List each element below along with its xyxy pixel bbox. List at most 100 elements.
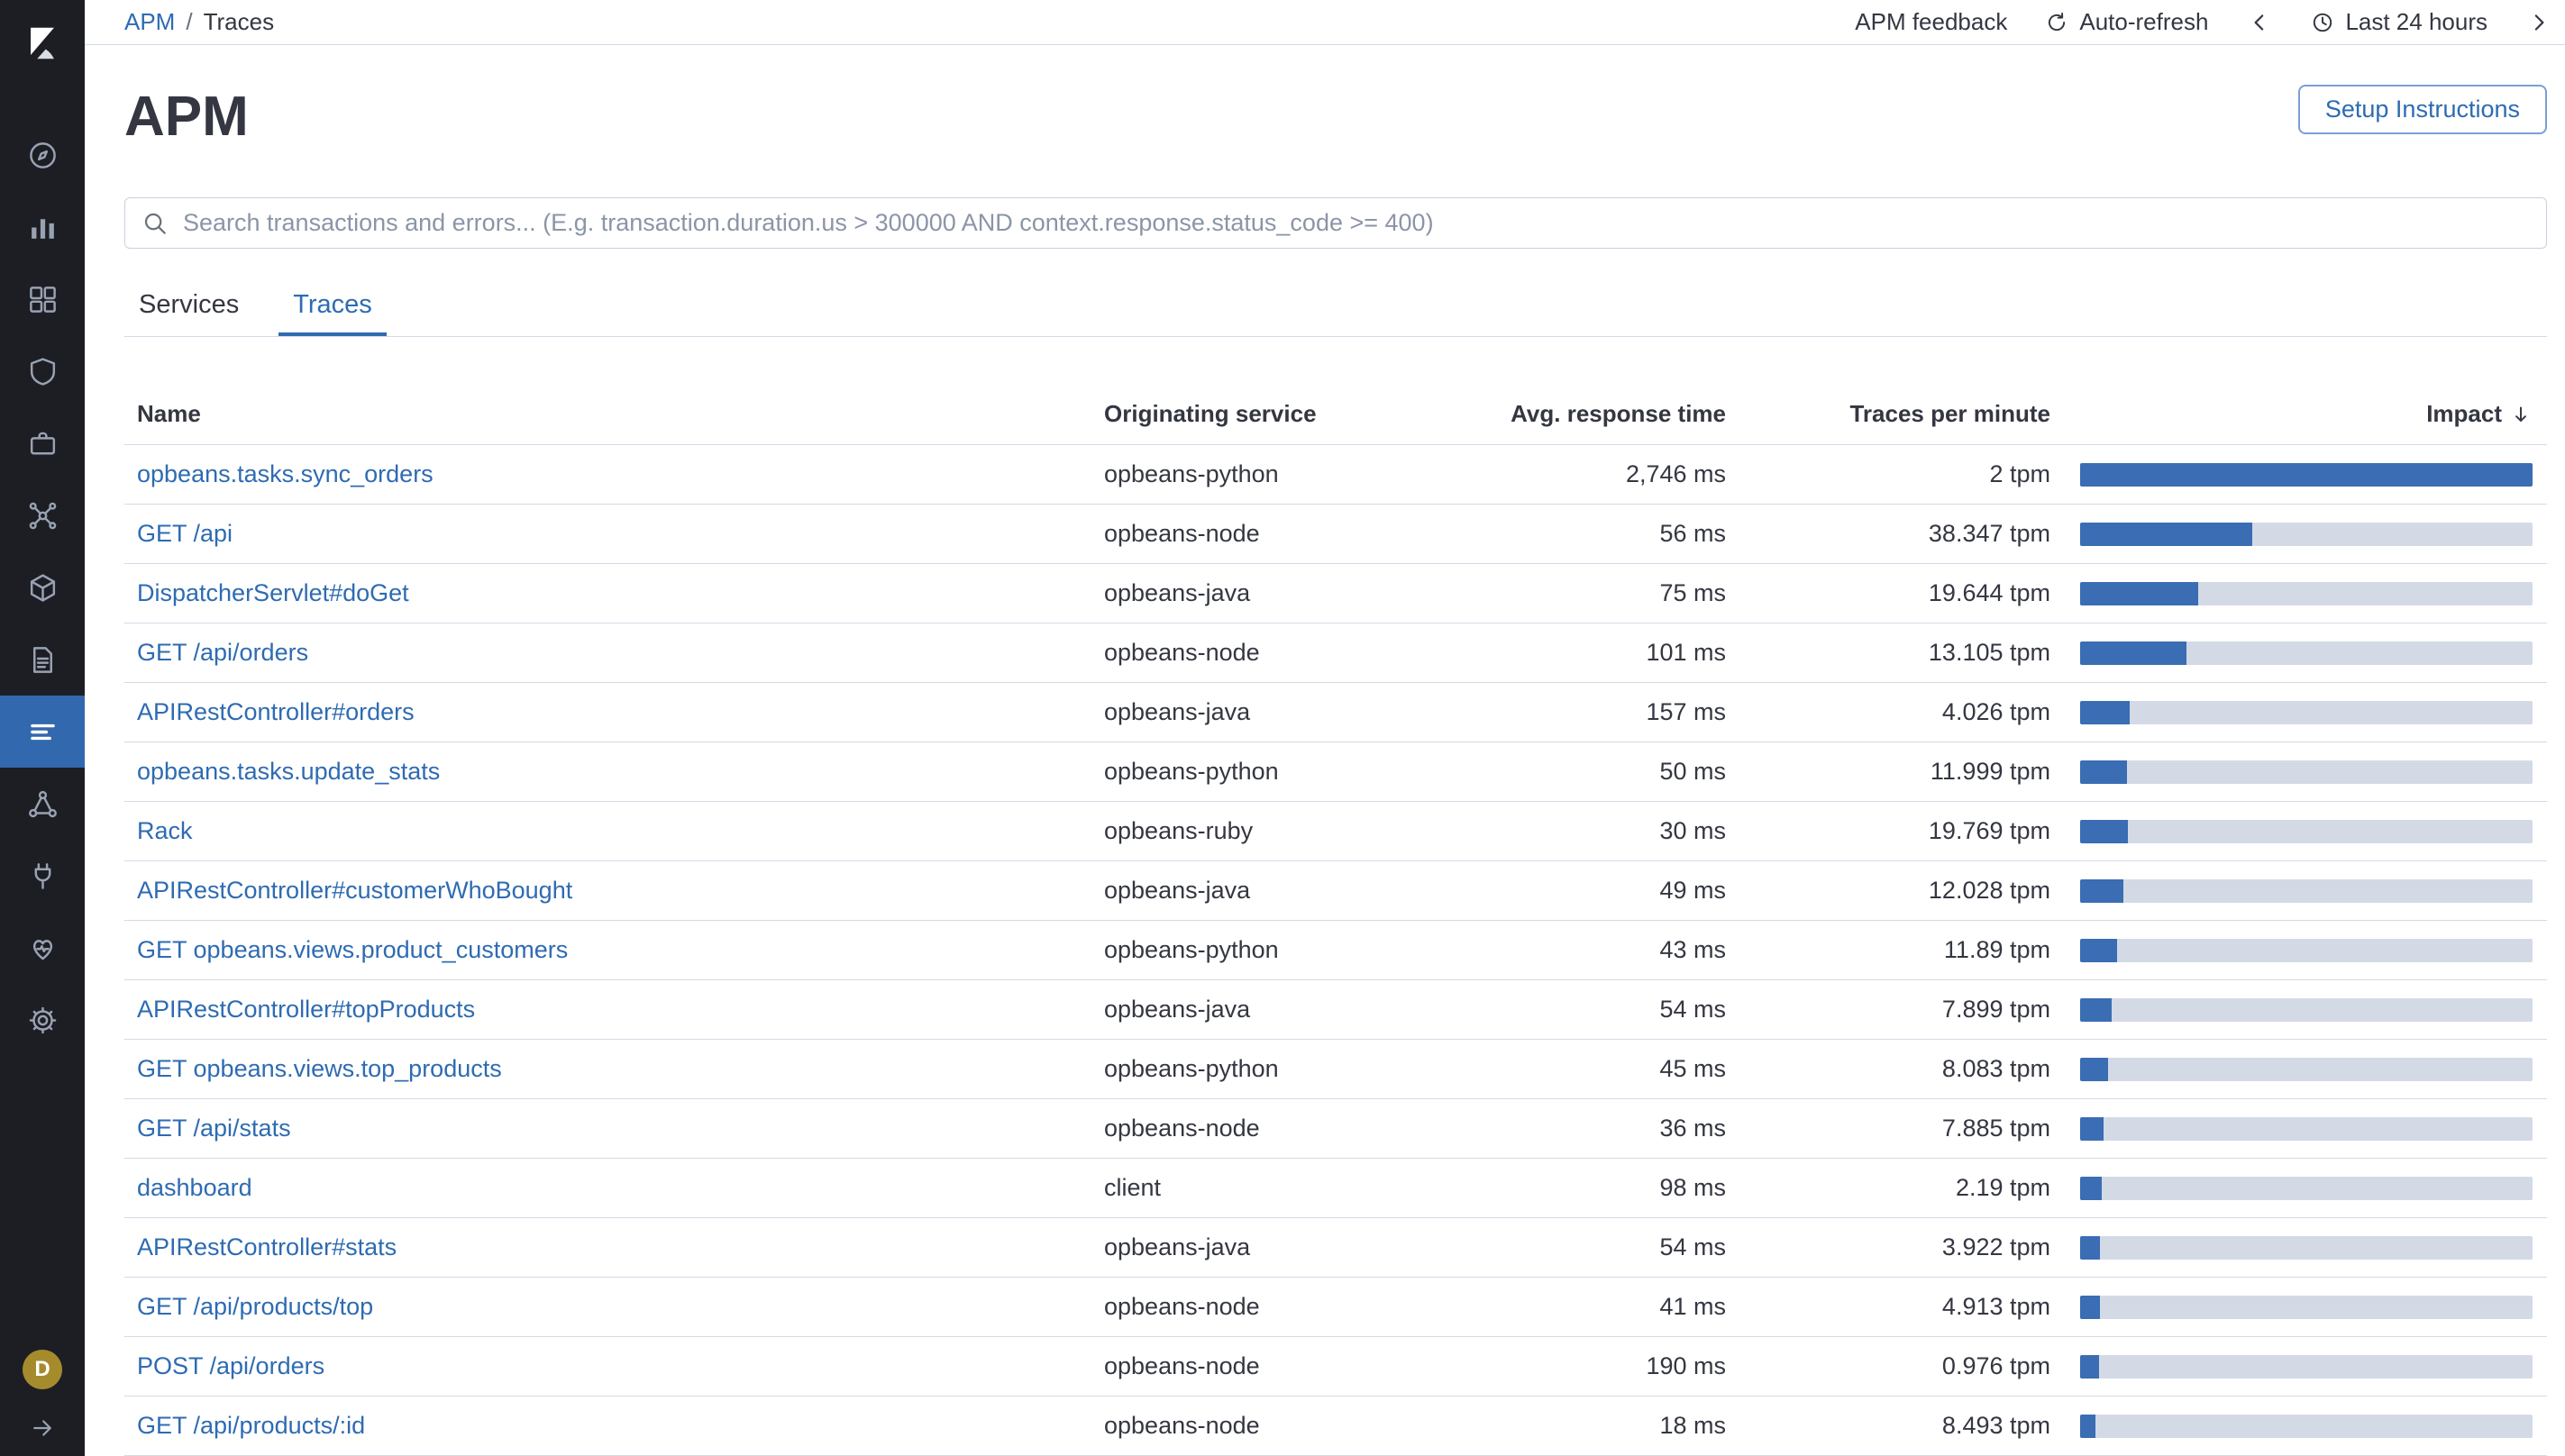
sidebar-item-maps[interactable] [0,407,85,479]
sidebar-item-graph[interactable] [0,768,85,840]
impact-bar-track [2080,760,2533,784]
previous-time-range-button[interactable] [2246,9,2273,36]
table-row: APIRestController#topProducts opbeans-jav… [124,980,2547,1040]
table-row: GET /api/stats opbeans-node 36 ms 7.885 tpm [124,1099,2547,1159]
sidebar-item-apm[interactable] [0,696,85,768]
impact-bar-fill [2080,878,2124,903]
table-row: opbeans.tasks.update_stats opbeans-python… [124,742,2547,802]
arrow-right-icon [33,1420,51,1436]
time-range-picker[interactable]: Last 24 hours [2311,8,2487,36]
trace-name-cell: POST /api/orders [124,1352,1104,1380]
originating-service-cell: opbeans-java [1104,579,1251,606]
sidebar-item-logs[interactable] [0,623,85,696]
impact-cell [2050,1295,2547,1319]
impact-cell [2050,700,2547,724]
trace-link[interactable]: GET /api/stats [137,1115,291,1142]
trace-name-cell: APIRestController#customerWhoBought [124,877,1104,905]
auto-refresh-button[interactable]: Auto-refresh [2045,8,2208,36]
originating-service-cell: opbeans-node [1104,1412,1260,1439]
trace-link[interactable]: GET /api/orders [137,639,308,666]
discover-icon [26,139,59,172]
impact-bar-track [2080,878,2533,903]
trace-name-cell: GET /api/stats [124,1115,1104,1142]
impact-cell [2050,522,2547,546]
impact-bar-fill [2080,522,2252,546]
trace-link[interactable]: GET /api [137,520,233,547]
impact-bar-track [2080,522,2533,546]
impact-bar-track [2080,641,2533,665]
impact-bar-fill [2080,700,2131,724]
apm-feedback-link[interactable]: APM feedback [1855,8,2007,36]
originating-service-cell: opbeans-java [1104,996,1251,1023]
graph-icon [26,787,59,821]
impact-cell [2050,641,2547,665]
trace-link[interactable]: dashboard [137,1174,252,1201]
setup-instructions-button[interactable]: Setup Instructions [2297,85,2547,134]
next-time-range-button[interactable] [2525,9,2552,36]
trace-name-cell: APIRestController#topProducts [124,996,1104,1024]
expand-sidebar-button[interactable] [29,1415,56,1442]
originating-service-cell: opbeans-java [1104,1233,1251,1260]
column-header-name[interactable]: Name [124,400,1104,428]
impact-bar-track [2080,1176,2533,1200]
trace-name-cell: GET opbeans.views.product_customers [124,936,1104,964]
trace-link[interactable]: Rack [137,817,193,844]
column-header-avg-response-time[interactable]: Avg. response time [1485,400,1726,428]
search-input[interactable] [181,208,2530,239]
avg-response-time-cell: 190 ms [1646,1352,1726,1379]
sidebar-item-visualize[interactable] [0,191,85,263]
column-header-originating-service[interactable]: Originating service [1104,400,1485,428]
avg-response-time-cell: 101 ms [1646,639,1726,666]
avg-response-time-cell: 56 ms [1659,520,1726,547]
sidebar-item-discover[interactable] [0,119,85,191]
trace-link[interactable]: DispatcherServlet#doGet [137,579,409,606]
avg-response-time-cell: 49 ms [1659,877,1726,904]
trace-link[interactable]: opbeans.tasks.update_stats [137,758,440,785]
sidebar-item-uptime[interactable] [0,840,85,912]
breadcrumb-apm-link[interactable]: APM [124,8,175,36]
refresh-icon [2049,12,2066,31]
impact-cell [2050,760,2547,784]
originating-service-cell: opbeans-node [1104,1352,1260,1379]
kibana-logo[interactable] [0,0,85,86]
trace-link[interactable]: GET opbeans.views.top_products [137,1055,502,1082]
space-badge[interactable]: D [23,1350,62,1389]
sidebar-item-management[interactable] [0,984,85,1056]
trace-link[interactable]: APIRestController#topProducts [137,996,475,1023]
impact-bar-track [2080,462,2533,487]
sidebar-item-monitoring[interactable] [0,912,85,984]
table-row: GET /api/products/:id opbeans-node 18 ms 8.… [124,1397,2547,1456]
trace-link[interactable]: APIRestController#stats [137,1233,397,1260]
originating-service-cell: opbeans-python [1104,460,1279,487]
tab-services[interactable]: Services [124,276,253,336]
trace-link[interactable]: GET /api/products/:id [137,1412,365,1439]
impact-cell [2050,1414,2547,1438]
trace-link[interactable]: opbeans.tasks.sync_orders [137,460,434,487]
tab-traces[interactable]: Traces [278,276,387,336]
originating-service-cell: opbeans-java [1104,698,1251,725]
trace-link[interactable]: POST /api/orders [137,1352,324,1379]
avg-response-time-cell: 36 ms [1659,1115,1726,1142]
trace-link[interactable]: APIRestController#customerWhoBought [137,877,572,904]
column-header-impact[interactable]: Impact [2050,400,2547,428]
trace-link[interactable]: GET opbeans.views.product_customers [137,936,568,963]
impact-bar-fill [2080,819,2129,843]
sidebar-item-dashboard[interactable] [0,263,85,335]
tabs: Services Traces [124,276,2547,337]
impact-cell [2050,462,2547,487]
logs-icon [26,643,59,677]
originating-service-cell: client [1104,1174,1162,1201]
originating-service-cell: opbeans-python [1104,1055,1279,1082]
traces-per-minute-cell: 3.922 tpm [1941,1233,2050,1260]
originating-service-cell: opbeans-python [1104,758,1279,785]
trace-name-cell: dashboard [124,1174,1104,1202]
table-row: POST /api/orders opbeans-node 190 ms 0.976 … [124,1337,2547,1397]
sidebar-item-canvas[interactable] [0,335,85,407]
column-header-traces-per-minute[interactable]: Traces per minute [1726,400,2050,428]
trace-link[interactable]: GET /api/products/top [137,1293,373,1320]
sidebar-item-infrastructure[interactable] [0,551,85,623]
canvas-icon [26,355,59,388]
table-row: GET /api/orders opbeans-node 101 ms 13.105 … [124,623,2547,683]
trace-link[interactable]: APIRestController#orders [137,698,415,725]
sidebar-item-machine-learning[interactable] [0,479,85,551]
